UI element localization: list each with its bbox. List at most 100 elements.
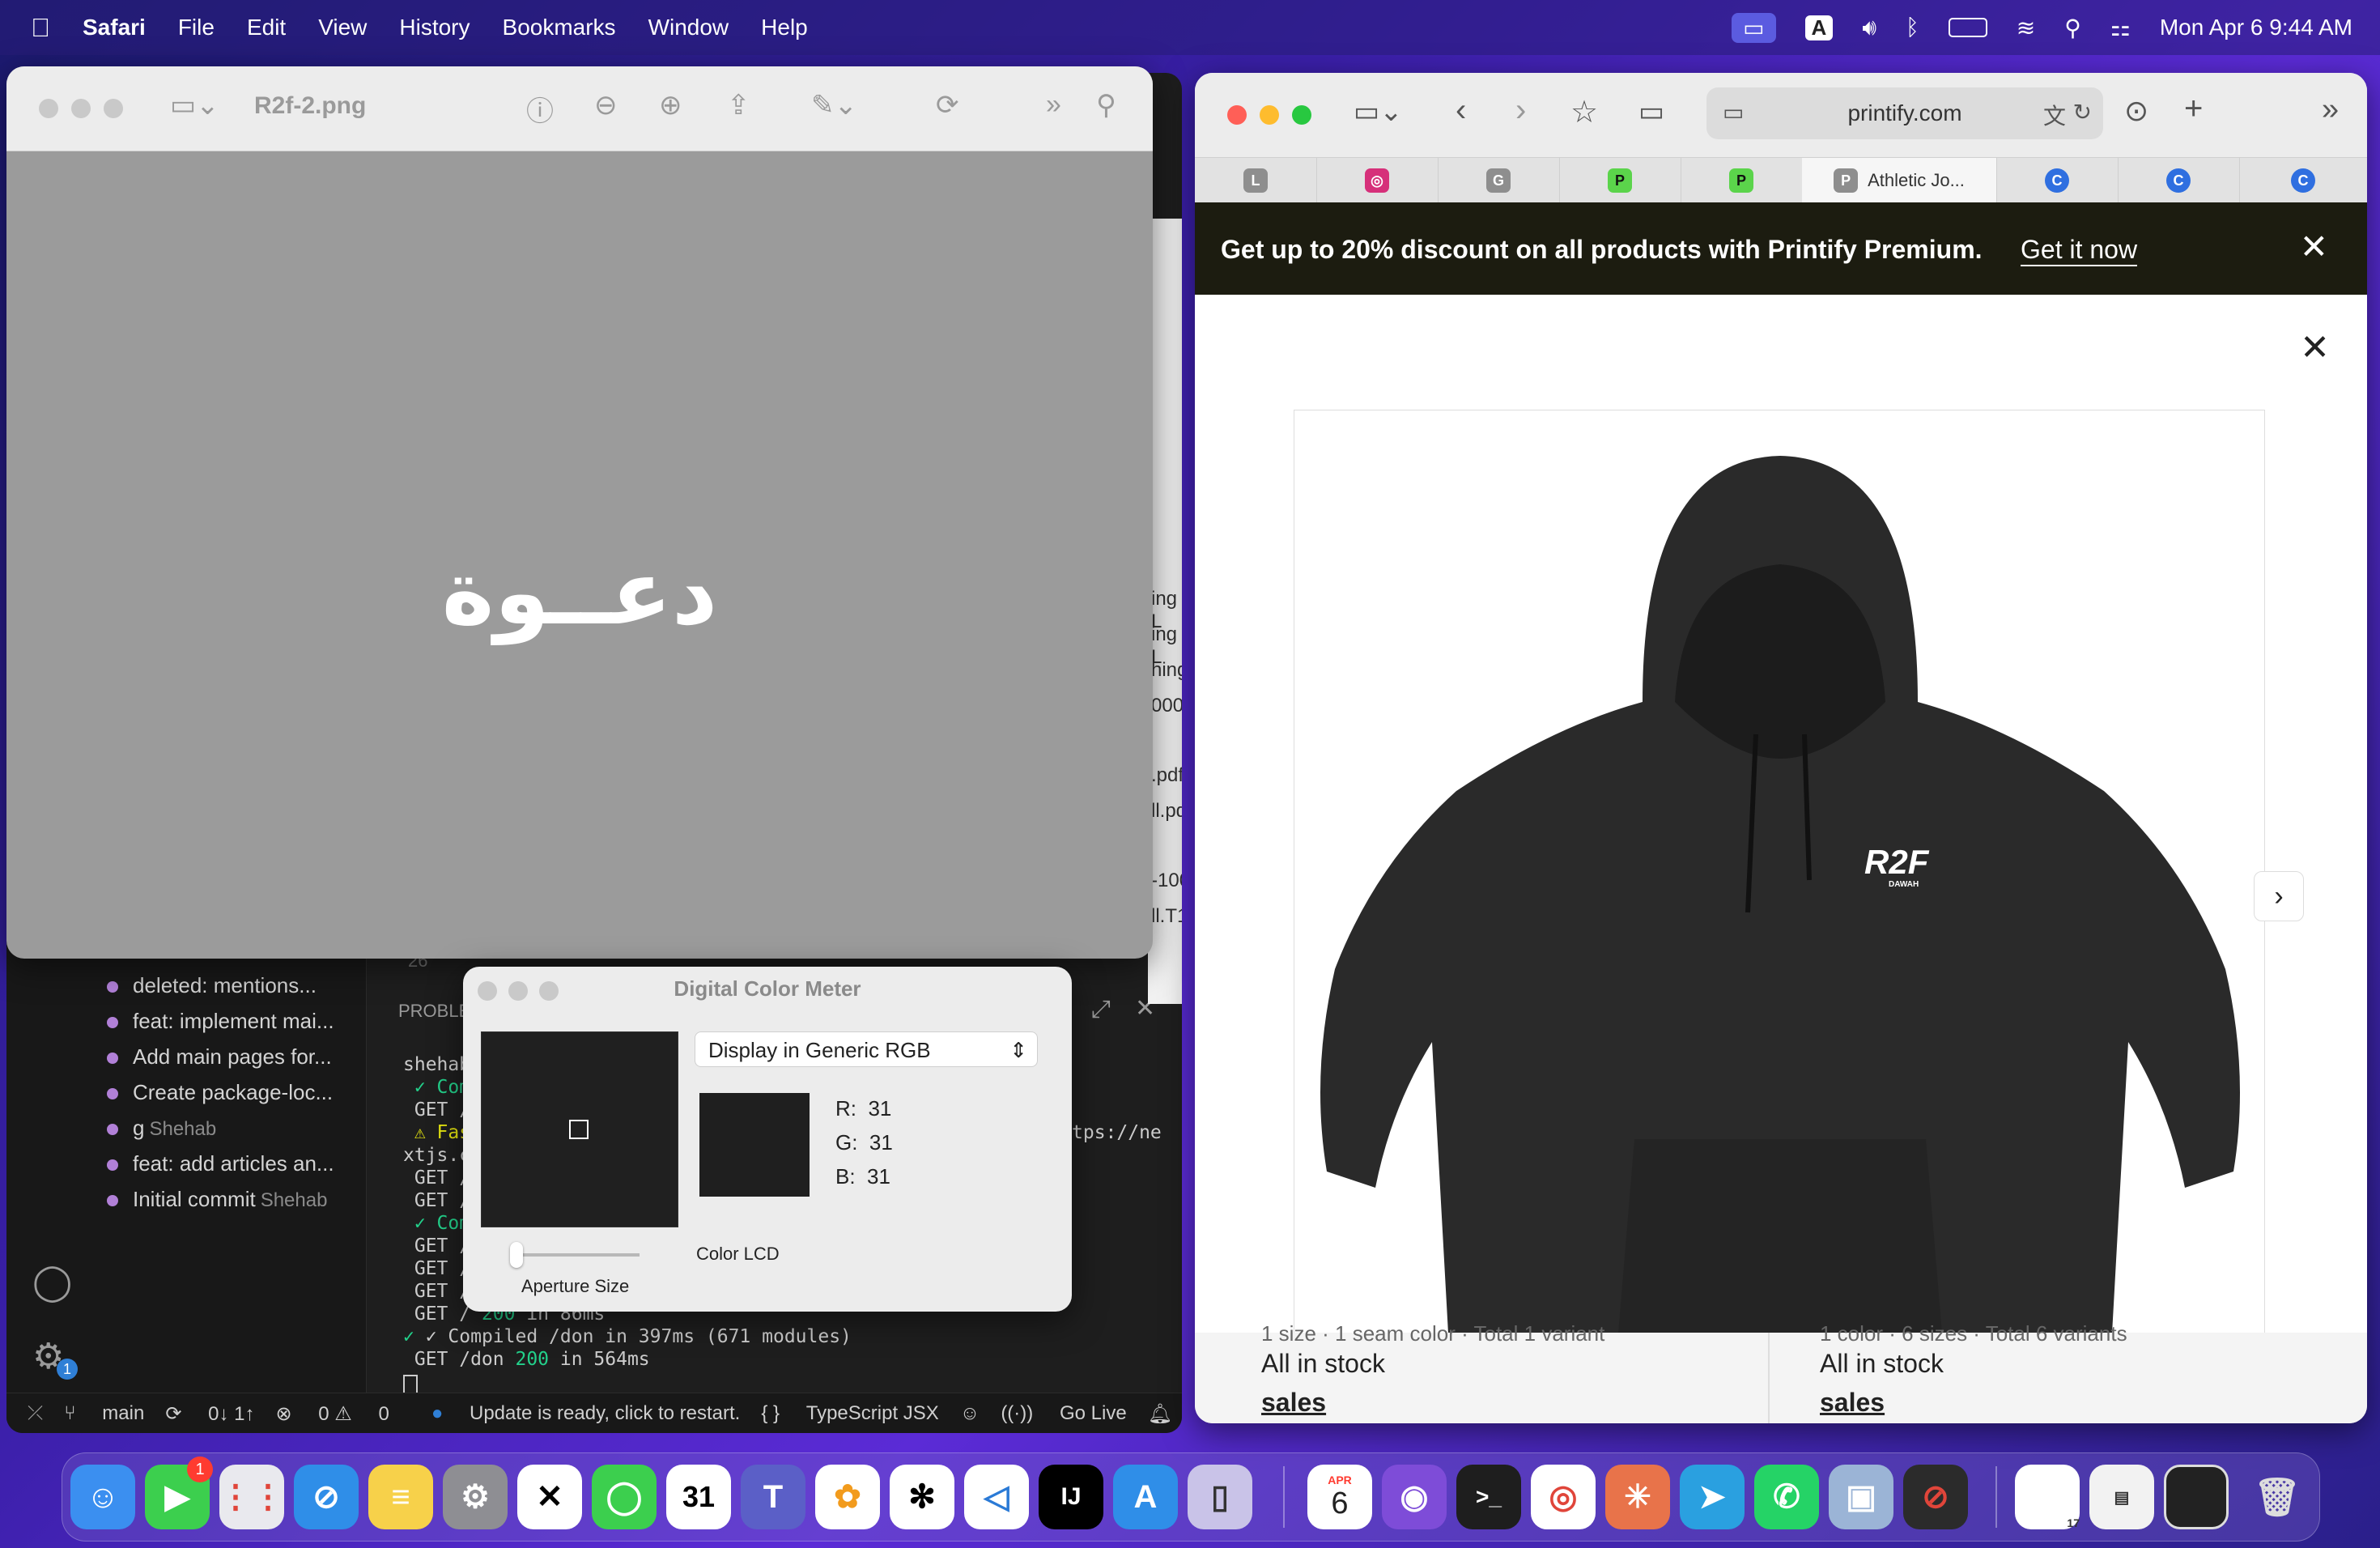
close-window-button[interactable] [1227, 105, 1247, 125]
maximize-panel-icon[interactable]: ⤢ [1091, 996, 1111, 1023]
share-icon[interactable]: ⇪ [727, 89, 750, 121]
sidebar-toggle-icon[interactable]: ▭⌄ [1354, 96, 1403, 128]
git-commit-row[interactable]: g Shehab [107, 1116, 216, 1141]
display-mode-select[interactable]: Display in Generic RGB ⇕ [695, 1031, 1038, 1067]
back-chevron-icon[interactable]: ‹ [1456, 92, 1466, 129]
git-commit-row[interactable]: Initial commit Shehab [107, 1187, 327, 1212]
minimized-window-thumbnail[interactable]: 17 [2015, 1465, 2080, 1529]
launchpad-icon[interactable]: ⋮⋮ [219, 1465, 284, 1529]
instruments-icon[interactable]: ⊘ [1903, 1465, 1968, 1529]
sales-link-right[interactable]: sales [1820, 1388, 1885, 1418]
next-image-button[interactable]: › [2254, 871, 2304, 921]
app-store-icon[interactable]: A [1113, 1465, 1178, 1529]
search-icon[interactable]: ⚲ [1096, 89, 1116, 121]
remote-icon[interactable]: ⤫ [28, 1402, 43, 1425]
input-source-icon[interactable]: A [1804, 15, 1834, 40]
safari-icon[interactable]: ⊘ [294, 1465, 359, 1529]
more-tabs-icon[interactable]: » [2322, 92, 2339, 127]
minimize-window-button[interactable] [71, 99, 91, 118]
problems-count[interactable]: ⊗ 0 ⚠ 0 [275, 1402, 389, 1426]
tab-item[interactable]: P [1559, 158, 1681, 203]
close-window-button[interactable] [39, 99, 58, 118]
close-promo-icon[interactable]: ✕ [2300, 227, 2328, 266]
menu-view[interactable]: View [318, 15, 367, 40]
tab-item-active[interactable]: P Athletic Jo... [1802, 158, 1997, 203]
menu-app-name[interactable]: Safari [83, 15, 146, 40]
tab-item[interactable]: C [1996, 158, 2119, 203]
teams-icon[interactable]: T [741, 1465, 805, 1529]
zoom-out-icon[interactable]: ⊖ [594, 89, 618, 121]
menu-bookmarks[interactable]: Bookmarks [503, 15, 616, 40]
trash-icon[interactable]: 🗑︎ [2245, 1465, 2310, 1529]
aperture-slider-thumb[interactable] [510, 1242, 523, 1268]
menu-help[interactable]: Help [761, 15, 808, 40]
bookmark-star-icon[interactable]: ☆ [1570, 94, 1598, 130]
zoom-window-button[interactable] [539, 981, 559, 1001]
capcut-icon[interactable]: ✕ [517, 1465, 582, 1529]
sidebar-toggle-icon[interactable]: ▭⌄ [170, 89, 219, 121]
update-notice[interactable]: ● Update is ready, click to restart. [410, 1402, 741, 1425]
new-tab-plus-icon[interactable]: + [2184, 91, 2203, 127]
reading-list-icon[interactable]: ▭ [1638, 96, 1664, 128]
spotlight-search-icon[interactable]: ⚲ [2064, 15, 2081, 41]
git-branch[interactable]: ⑂ main [64, 1402, 144, 1425]
whatsapp-icon[interactable]: ✆ [1754, 1465, 1819, 1529]
aperture-slider[interactable] [510, 1242, 640, 1268]
close-window-button[interactable] [478, 981, 497, 1001]
tab-item[interactable]: C [2239, 158, 2367, 203]
notifications-bell-icon[interactable]: 🔔︎ [1148, 1402, 1172, 1426]
calendar-icon[interactable]: APR 6 [1307, 1465, 1372, 1529]
copilot-icon[interactable]: ☺ [960, 1402, 980, 1425]
chrome-icon[interactable]: ◎ [1531, 1465, 1596, 1529]
panel-tab-problems[interactable]: PROBLE [398, 1001, 470, 1022]
calendar-grid-icon[interactable]: 31 [666, 1465, 731, 1529]
go-live-button[interactable]: ((·)) Go Live [1001, 1402, 1126, 1425]
tab-item[interactable]: G [1438, 158, 1560, 203]
tab-item[interactable]: C [2118, 158, 2240, 203]
git-commit-row[interactable]: feat: implement mai... [107, 1009, 334, 1034]
battery-icon[interactable] [1948, 18, 1987, 37]
forward-chevron-icon[interactable]: › [1515, 92, 1526, 129]
git-commit-row[interactable]: deleted: mentions... [107, 973, 317, 998]
markup-icon[interactable]: ✎⌄ [811, 89, 857, 121]
minimize-window-button[interactable] [1260, 105, 1279, 125]
iphone-mirroring-icon[interactable]: ▯ [1188, 1465, 1252, 1529]
rotate-icon[interactable]: ⟳ [936, 89, 959, 121]
zoom-in-icon[interactable]: ⊕ [659, 89, 682, 121]
zoom-window-button[interactable] [104, 99, 123, 118]
menu-window[interactable]: Window [648, 15, 729, 40]
system-settings-icon[interactable]: ⚙ [443, 1465, 508, 1529]
menu-history[interactable]: History [399, 15, 470, 40]
minimize-window-button[interactable] [508, 981, 528, 1001]
tab-item[interactable]: ◎ [1316, 158, 1439, 203]
language-mode[interactable]: { } TypeScript JSX [761, 1402, 938, 1425]
wifi-icon[interactable]: ≋ [2017, 15, 2035, 41]
notes-icon[interactable]: ≡ [368, 1465, 433, 1529]
downloads-icon[interactable]: ⊙ [2124, 94, 2148, 128]
promo-link[interactable]: Get it now [2021, 235, 2138, 266]
screen-mirroring-icon[interactable]: ▭ [1732, 12, 1776, 43]
telegram-icon[interactable]: ➤ [1680, 1465, 1745, 1529]
chatgpt-icon[interactable]: ✻ [890, 1465, 954, 1529]
preview-app-icon[interactable]: ▣ [1829, 1465, 1893, 1529]
apple-menu-icon[interactable]:  [31, 13, 50, 43]
messages-icon[interactable]: ◯ [592, 1465, 657, 1529]
account-icon[interactable]: ◯ [32, 1261, 72, 1303]
intellij-icon[interactable]: IJ [1039, 1465, 1103, 1529]
bluetooth-icon[interactable]: ᛒ [1906, 15, 1919, 40]
menu-clock[interactable]: Mon Apr 6 9:44 AM [2160, 15, 2352, 40]
claude-icon[interactable]: ✳ [1605, 1465, 1670, 1529]
github-desktop-icon[interactable]: ◉ [1382, 1465, 1447, 1529]
vscode-icon[interactable]: ◁ [964, 1465, 1029, 1529]
git-sync[interactable]: ⟳ 0↓ 1↑ [165, 1402, 254, 1426]
volume-icon[interactable]: 🔊︎ [1862, 15, 1876, 41]
tab-item[interactable]: L [1195, 158, 1317, 203]
translate-icon[interactable]: 文 [2043, 99, 2066, 131]
minimized-window-thumbnail[interactable]: ▤ [2089, 1465, 2154, 1529]
sales-link-left[interactable]: sales [1261, 1388, 1326, 1418]
git-commit-row[interactable]: feat: add articles an... [107, 1151, 334, 1176]
git-commit-row[interactable]: Add main pages for... [107, 1044, 332, 1070]
photos-icon[interactable]: ✿ [815, 1465, 880, 1529]
finder-icon[interactable]: ☺ [70, 1465, 135, 1529]
menu-edit[interactable]: Edit [247, 15, 286, 40]
